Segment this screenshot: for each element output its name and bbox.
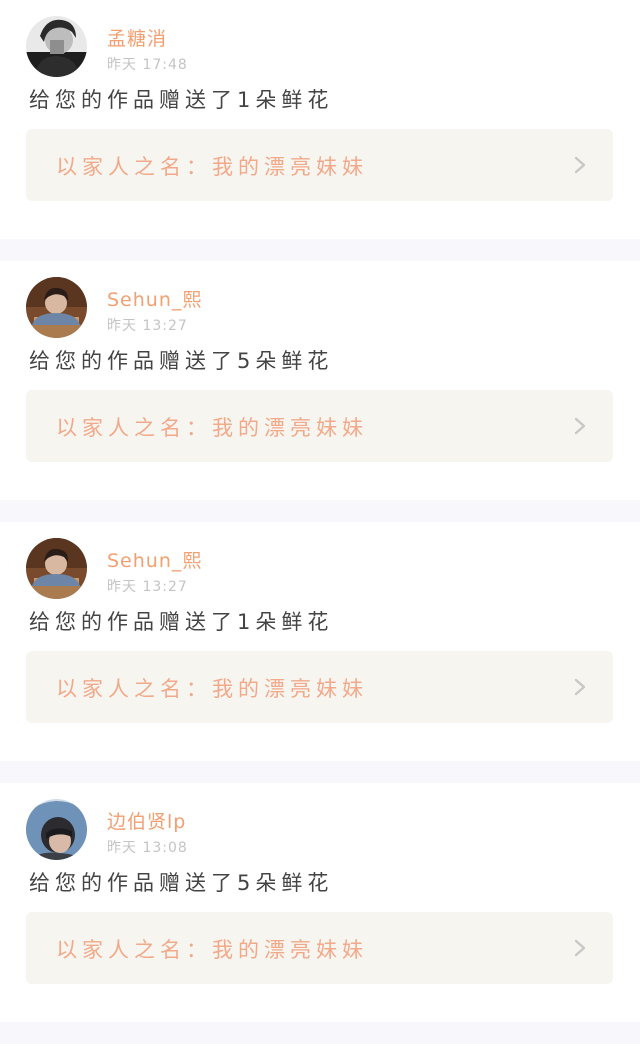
user-name[interactable]: 边伯贤lp	[107, 807, 186, 834]
user-avatar[interactable]	[26, 538, 87, 599]
card-separator	[0, 500, 640, 522]
card-separator	[0, 1022, 640, 1044]
gift-notification-card: 边伯贤lp 昨天 13:08 给您的作品赠送了5朵鲜花 以家人之名：我的漂亮妹妹	[0, 783, 640, 1022]
work-title: 以家人之名：我的漂亮妹妹	[56, 416, 368, 440]
gift-message: 给您的作品赠送了1朵鲜花	[29, 610, 334, 634]
work-link-card[interactable]: 以家人之名：我的漂亮妹妹	[26, 912, 613, 984]
card-separator	[0, 761, 640, 783]
gift-message: 给您的作品赠送了5朵鲜花	[29, 349, 334, 373]
chevron-right-icon	[574, 417, 586, 435]
user-avatar[interactable]	[26, 16, 87, 77]
work-link-card[interactable]: 以家人之名：我的漂亮妹妹	[26, 129, 613, 201]
user-avatar[interactable]	[26, 277, 87, 338]
timestamp: 昨天 17:48	[107, 57, 188, 73]
work-title: 以家人之名：我的漂亮妹妹	[56, 155, 368, 179]
gift-notification-card: Sehun_熙 昨天 13:27 给您的作品赠送了5朵鲜花 以家人之名：我的漂亮…	[0, 261, 640, 500]
gift-message: 给您的作品赠送了1朵鲜花	[29, 88, 334, 112]
gift-notification-card: 孟糖消 昨天 17:48 给您的作品赠送了1朵鲜花 以家人之名：我的漂亮妹妹	[0, 0, 640, 239]
chevron-right-icon	[574, 678, 586, 696]
work-title: 以家人之名：我的漂亮妹妹	[56, 677, 368, 701]
card-separator	[0, 239, 640, 261]
user-avatar[interactable]	[26, 799, 87, 860]
timestamp: 昨天 13:27	[107, 579, 188, 595]
user-name[interactable]: Sehun_熙	[107, 546, 202, 573]
gift-notification-card: Sehun_熙 昨天 13:27 给您的作品赠送了1朵鲜花 以家人之名：我的漂亮…	[0, 522, 640, 761]
timestamp: 昨天 13:08	[107, 840, 188, 856]
gift-message: 给您的作品赠送了5朵鲜花	[29, 871, 334, 895]
work-title: 以家人之名：我的漂亮妹妹	[56, 938, 368, 962]
chevron-right-icon	[574, 939, 586, 957]
work-link-card[interactable]: 以家人之名：我的漂亮妹妹	[26, 390, 613, 462]
user-name[interactable]: 孟糖消	[107, 24, 167, 51]
work-link-card[interactable]: 以家人之名：我的漂亮妹妹	[26, 651, 613, 723]
timestamp: 昨天 13:27	[107, 318, 188, 334]
chevron-right-icon	[574, 156, 586, 174]
user-name[interactable]: Sehun_熙	[107, 285, 202, 312]
gift-notification-feed: 孟糖消 昨天 17:48 给您的作品赠送了1朵鲜花 以家人之名：我的漂亮妹妹 S…	[0, 0, 640, 1044]
